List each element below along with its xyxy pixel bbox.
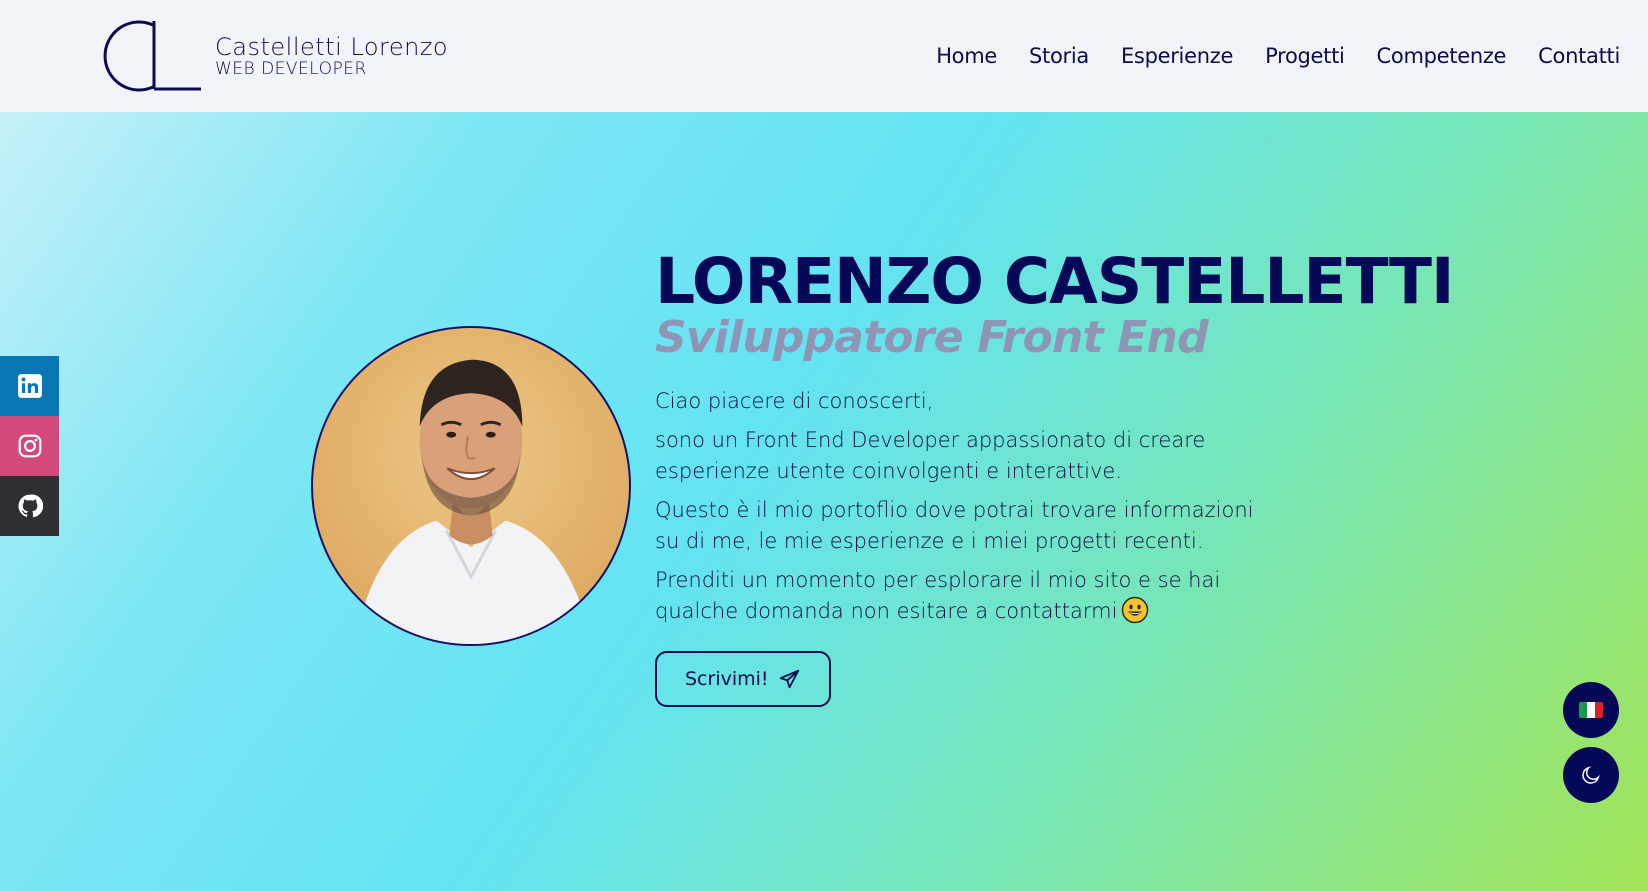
nav-contatti[interactable]: Contatti (1538, 44, 1620, 68)
hero-role: Sviluppatore Front End (655, 312, 1209, 364)
write-me-button[interactable]: Scrivimi! (655, 651, 831, 708)
intro-paragraph-last: Prenditi un momento per esplorare il mio… (655, 565, 1255, 627)
write-me-label: Scrivimi! (685, 668, 769, 691)
profile-photo (311, 326, 631, 646)
intro-paragraph: Ciao piacere di conoscerti, (655, 389, 934, 414)
nav-home[interactable]: Home (936, 44, 997, 68)
instagram-icon (18, 434, 41, 458)
paper-plane-icon (779, 670, 799, 689)
navbar: Castelletti Lorenzo WEB DEVELOPER Home S… (0, 0, 1648, 112)
github-link[interactable] (0, 476, 59, 536)
linkedin-icon (17, 374, 42, 398)
social-sidebar (0, 356, 59, 536)
linkedin-link[interactable] (0, 356, 59, 416)
smiling-face-icon (1122, 597, 1149, 624)
portrait-illustration (354, 359, 593, 644)
hero-intro: Ciao piacere di conoscerti, sono un Fron… (655, 386, 1255, 627)
github-icon (18, 494, 43, 518)
moon-icon (1582, 766, 1600, 784)
nav-competenze[interactable]: Competenze (1377, 44, 1507, 68)
italian-flag-icon (1579, 702, 1603, 718)
intro-paragraph: sono un Front End Developer appassionato… (655, 428, 1206, 484)
nav-progetti[interactable]: Progetti (1265, 44, 1345, 68)
hero-name: LORENZO CASTELLETTI (655, 245, 1454, 318)
language-toggle-button[interactable] (1563, 682, 1619, 738)
logo[interactable]: Castelletti Lorenzo WEB DEVELOPER (97, 17, 448, 95)
hero-content: LORENZO CASTELLETTI Sviluppatore Front E… (655, 245, 1454, 708)
cl-monogram-icon (103, 20, 201, 92)
nav-esperienze[interactable]: Esperienze (1121, 44, 1233, 68)
brand-subtitle: WEB DEVELOPER (215, 58, 367, 79)
main-nav: Home Storia Esperienze Progetti Competen… (936, 44, 1620, 68)
brand-name: Castelletti Lorenzo (215, 32, 449, 61)
nav-storia[interactable]: Storia (1029, 44, 1089, 68)
intro-paragraph: Questo è il mio portoflio dove potrai tr… (655, 498, 1254, 554)
instagram-link[interactable] (0, 416, 59, 476)
theme-toggle-button[interactable] (1563, 747, 1619, 803)
